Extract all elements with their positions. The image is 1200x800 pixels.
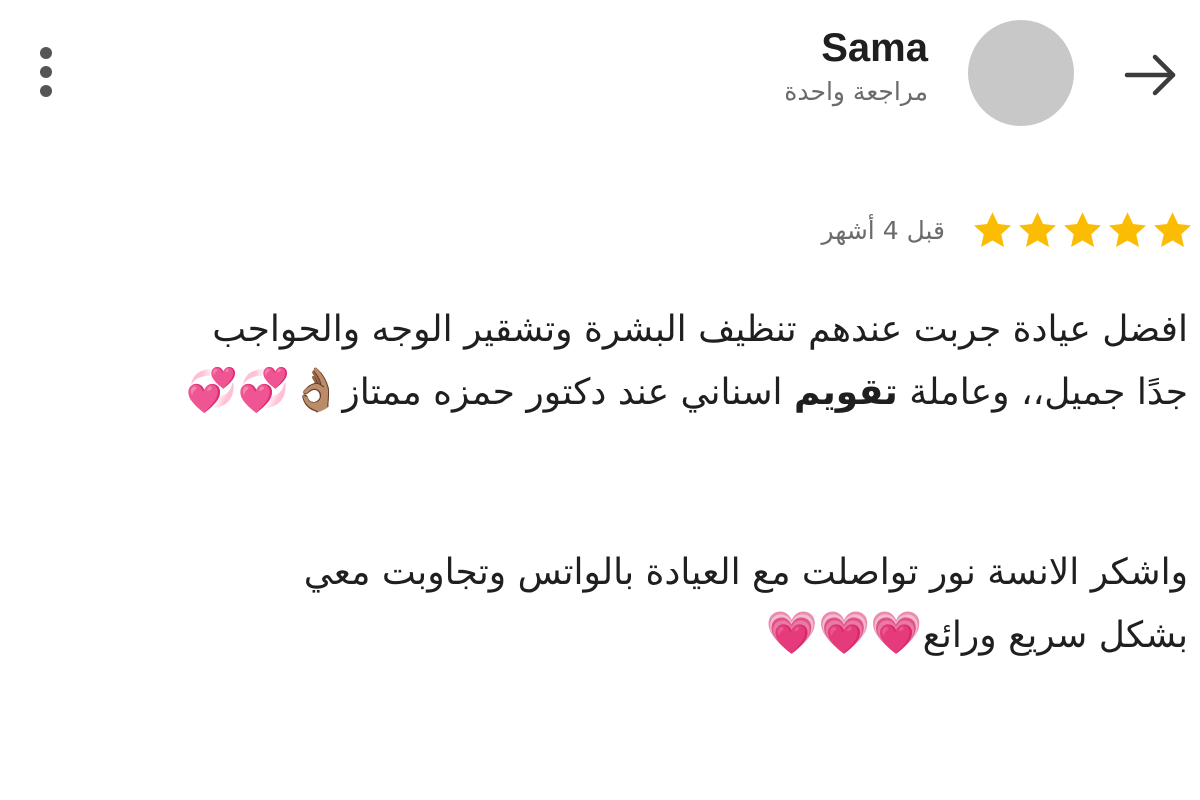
- review-paragraph-2: واشكر الانسة نور تواصلت مع العيادة بالوا…: [10, 543, 1188, 666]
- star-rating: [971, 209, 1194, 252]
- avatar[interactable]: [968, 20, 1074, 126]
- user-info: Sama مراجعة واحدة: [568, 24, 928, 112]
- review-line: اسناني عند دكتور حمزه ممتاز: [342, 372, 794, 413]
- rating-row: قبل 4 أشهر: [822, 204, 1194, 256]
- back-button[interactable]: [1118, 42, 1184, 108]
- more-vert-icon-dot: [40, 85, 52, 97]
- review-emojis: 👌🏽💞💞: [185, 365, 343, 414]
- review-line: جدًا جميل،، وعاملة: [897, 372, 1188, 413]
- star-icon: [1064, 211, 1101, 247]
- review-bold-word: تقويم: [794, 372, 898, 413]
- star-icon: [1019, 211, 1056, 247]
- review-line: واشكر الانسة نور تواصلت مع العيادة بالوا…: [303, 552, 1188, 593]
- review-count: مراجعة واحدة: [784, 77, 928, 106]
- star-icon: [1109, 211, 1146, 247]
- review-paragraph-1: افضل عيادة جربت عندهم تنظيف البشرة وتشقي…: [10, 300, 1189, 423]
- star-icon: [974, 211, 1011, 247]
- review-emojis: 💗💗💗: [765, 608, 923, 657]
- more-options-button[interactable]: [24, 36, 68, 108]
- review-line: افضل عيادة جربت عندهم تنظيف البشرة وتشقي…: [212, 309, 1188, 350]
- review-text: افضل عيادة جربت عندهم تنظيف البشرة وتشقي…: [10, 300, 1189, 666]
- more-vert-icon-dot: [40, 66, 52, 78]
- review-date: قبل 4 أشهر: [821, 215, 945, 245]
- arrow-back-icon: [1124, 54, 1176, 96]
- more-vert-icon: [40, 47, 52, 59]
- user-name[interactable]: Sama: [568, 24, 928, 72]
- star-icon: [1154, 211, 1191, 247]
- review-line: بشكل سريع ورائع: [922, 615, 1188, 656]
